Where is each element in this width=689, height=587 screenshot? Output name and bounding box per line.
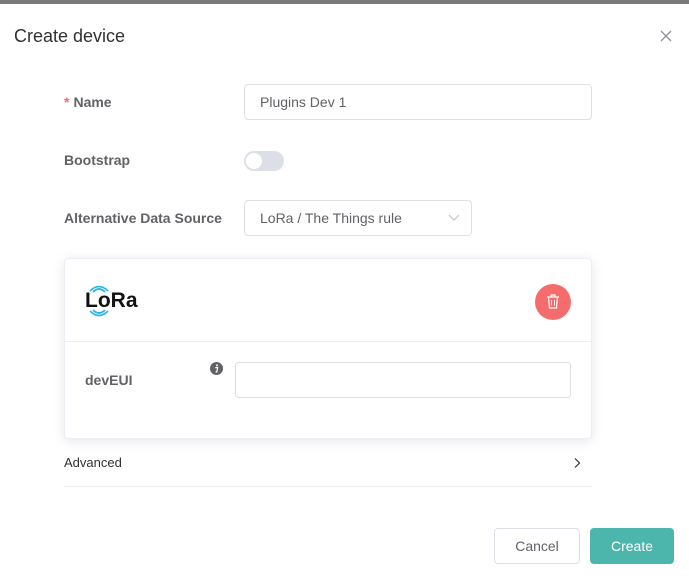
name-input-value: Plugins Dev 1 bbox=[260, 94, 347, 110]
create-button[interactable]: Create bbox=[590, 528, 674, 564]
card-header: LoRa bbox=[65, 259, 591, 342]
bootstrap-label: Bootstrap bbox=[64, 152, 131, 168]
name-label-text: Name bbox=[73, 94, 112, 110]
deveui-label: devEUI bbox=[85, 372, 133, 388]
bootstrap-switch[interactable] bbox=[244, 151, 284, 171]
name-label: * Name bbox=[64, 94, 112, 110]
required-mark: * bbox=[64, 94, 70, 110]
deveui-input[interactable] bbox=[235, 362, 571, 398]
dialog-title: Create device bbox=[14, 26, 126, 46]
lora-source-card: LoRa devEUI bbox=[64, 258, 592, 439]
advanced-collapse[interactable]: Advanced bbox=[64, 447, 592, 487]
alt-source-selected: LoRa / The Things rule bbox=[260, 210, 402, 226]
switch-knob bbox=[246, 153, 262, 169]
alt-source-label: Alternative Data Source bbox=[64, 210, 222, 226]
chevron-right-icon bbox=[574, 458, 581, 468]
lora-logo-text: LoRa bbox=[85, 289, 138, 312]
chevron-down-icon bbox=[448, 214, 460, 221]
delete-source-button[interactable] bbox=[535, 284, 571, 320]
advanced-label: Advanced bbox=[64, 455, 122, 470]
info-icon[interactable] bbox=[210, 362, 223, 375]
cancel-button[interactable]: Cancel bbox=[494, 528, 580, 564]
alt-source-select[interactable]: LoRa / The Things rule bbox=[244, 200, 472, 236]
lora-logo: LoRa bbox=[85, 285, 138, 317]
name-input[interactable]: Plugins Dev 1 bbox=[244, 84, 592, 120]
close-icon[interactable] bbox=[658, 28, 674, 44]
trash-icon bbox=[547, 294, 559, 309]
